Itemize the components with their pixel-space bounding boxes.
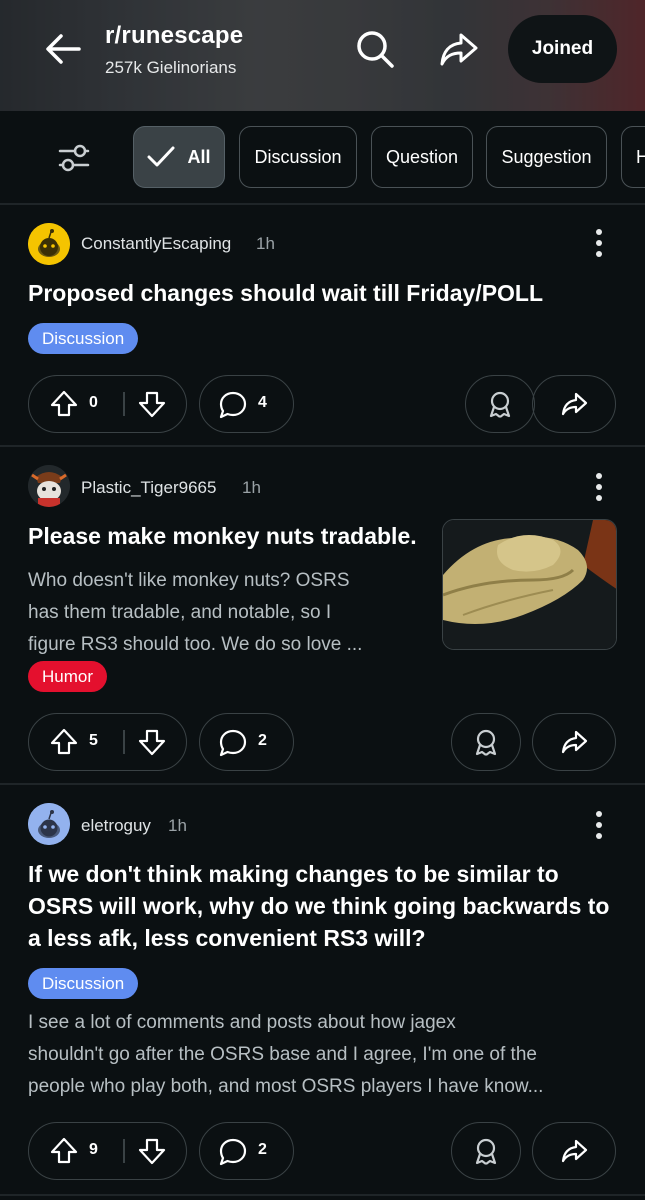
- post-time: 1h: [168, 816, 187, 835]
- chip-suggestion[interactable]: Suggestion: [486, 126, 607, 188]
- joined-button[interactable]: Joined: [508, 15, 617, 83]
- chip-question[interactable]: Question: [371, 126, 473, 188]
- avatar[interactable]: [28, 223, 70, 265]
- award-icon: [475, 729, 497, 756]
- share-icon: [561, 730, 588, 754]
- more-options-icon: [596, 811, 602, 817]
- flair-badge[interactable]: Discussion: [28, 323, 139, 354]
- vote-separator: [123, 392, 125, 416]
- back-button[interactable]: [38, 26, 88, 72]
- filter-settings-button[interactable]: [52, 136, 96, 180]
- post-thumbnail[interactable]: [442, 519, 617, 650]
- snoo-avatar-icon: [28, 803, 70, 845]
- upvote-icon[interactable]: [49, 727, 79, 757]
- avatar[interactable]: [28, 465, 70, 507]
- comment-icon: [219, 391, 247, 419]
- share-button[interactable]: [532, 1122, 616, 1180]
- comment-icon: [219, 1138, 247, 1166]
- flair-filter-bar: All Discussion Question Suggestion H: [0, 111, 645, 203]
- post-time: 1h: [242, 478, 261, 497]
- award-button[interactable]: [451, 1122, 521, 1180]
- vote-count: 0: [89, 394, 98, 411]
- vote-separator: [123, 1139, 125, 1163]
- snoo-avatar-icon: [28, 223, 70, 265]
- snoo-avatar-icon: [28, 465, 70, 507]
- more-options-button[interactable]: [584, 467, 614, 507]
- comment-count: 4: [258, 394, 267, 411]
- chip-more[interactable]: H: [621, 126, 645, 188]
- share-button[interactable]: [532, 713, 616, 771]
- post-author[interactable]: eletroguy: [81, 816, 151, 836]
- award-button[interactable]: [465, 375, 535, 433]
- body-line: people who play both, and most OSRS play…: [28, 1076, 544, 1097]
- upvote-icon[interactable]: [49, 389, 79, 419]
- subreddit-header: r/runescape 257k Gielinorians Joined: [0, 0, 645, 111]
- title-line: OSRS will work, why do we think going ba…: [28, 893, 610, 919]
- comment-count: 2: [258, 1141, 267, 1158]
- title-line: If we don't think making changes to be s…: [28, 861, 559, 887]
- title-line: a less afk, less convenient RS3 will?: [28, 925, 426, 951]
- comment-count: 2: [258, 732, 267, 749]
- divider: [0, 1194, 645, 1196]
- upvote-icon[interactable]: [49, 1136, 79, 1166]
- chip-all-label: All: [187, 146, 211, 167]
- search-button[interactable]: [352, 26, 398, 72]
- post-title[interactable]: Proposed changes should wait till Friday…: [28, 277, 543, 309]
- vote-control: 5: [28, 713, 187, 771]
- share-button[interactable]: [532, 375, 616, 433]
- downvote-icon[interactable]: [137, 389, 167, 419]
- vote-control: 0: [28, 375, 187, 433]
- post-title[interactable]: Please make monkey nuts tradable.: [28, 520, 417, 552]
- share-icon: [440, 33, 478, 66]
- share-subreddit-button[interactable]: [436, 26, 482, 72]
- body-line: I see a lot of comments and posts about …: [28, 1012, 456, 1033]
- avatar[interactable]: [28, 803, 70, 845]
- filter-sliders-icon: [58, 144, 90, 172]
- search-icon: [357, 31, 394, 68]
- comment-icon: [219, 729, 247, 757]
- checkmark-icon: [147, 146, 175, 167]
- vote-separator: [123, 730, 125, 754]
- vote-count: 5: [89, 732, 98, 749]
- post-card[interactable]: ConstantlyEscaping 1h Proposed changes s…: [0, 205, 645, 445]
- subreddit-name: r/runescape: [105, 22, 244, 49]
- post-author[interactable]: ConstantlyEscaping: [81, 234, 231, 254]
- share-icon: [561, 1139, 588, 1163]
- comments-button[interactable]: 4: [199, 375, 294, 433]
- award-icon: [475, 1138, 497, 1165]
- chip-all[interactable]: All: [133, 126, 225, 188]
- comments-button[interactable]: 2: [199, 1122, 294, 1180]
- back-arrow-icon: [46, 34, 81, 64]
- share-icon: [561, 392, 588, 416]
- body-line: Who doesn't like monkey nuts? OSRS: [28, 570, 350, 591]
- downvote-icon[interactable]: [137, 1136, 167, 1166]
- body-line: figure RS3 should too. We do so love ...: [28, 634, 363, 655]
- post-body-preview: I see a lot of comments and posts about …: [28, 1007, 543, 1103]
- post-card[interactable]: eletroguy 1h If we don't think making ch…: [0, 785, 645, 1200]
- member-count: 257k Gielinorians: [105, 58, 237, 77]
- flair-badge[interactable]: Discussion: [28, 968, 139, 999]
- flair-badge[interactable]: Humor: [28, 661, 108, 692]
- vote-count: 9: [89, 1141, 98, 1158]
- body-line: has them tradable, and notable, so I: [28, 602, 332, 623]
- chip-discussion[interactable]: Discussion: [239, 126, 357, 188]
- post-card[interactable]: Plastic_Tiger9665 1h Please make monkey …: [0, 447, 645, 783]
- post-author[interactable]: Plastic_Tiger9665: [81, 478, 216, 498]
- more-options-icon: [596, 229, 602, 235]
- comments-button[interactable]: 2: [199, 713, 294, 771]
- monkey-nuts-image: [443, 520, 616, 649]
- body-line: shouldn't go after the OSRS base and I a…: [28, 1044, 537, 1065]
- award-button[interactable]: [451, 713, 521, 771]
- post-title[interactable]: If we don't think making changes to be s…: [28, 858, 609, 954]
- more-options-icon: [596, 473, 602, 479]
- post-body-preview: Who doesn't like monkey nuts? OSRS has t…: [28, 565, 362, 661]
- more-options-button[interactable]: [584, 805, 614, 845]
- vote-control: 9: [28, 1122, 187, 1180]
- downvote-icon[interactable]: [137, 727, 167, 757]
- award-icon: [489, 391, 511, 418]
- more-options-button[interactable]: [584, 223, 614, 263]
- post-time: 1h: [256, 234, 275, 253]
